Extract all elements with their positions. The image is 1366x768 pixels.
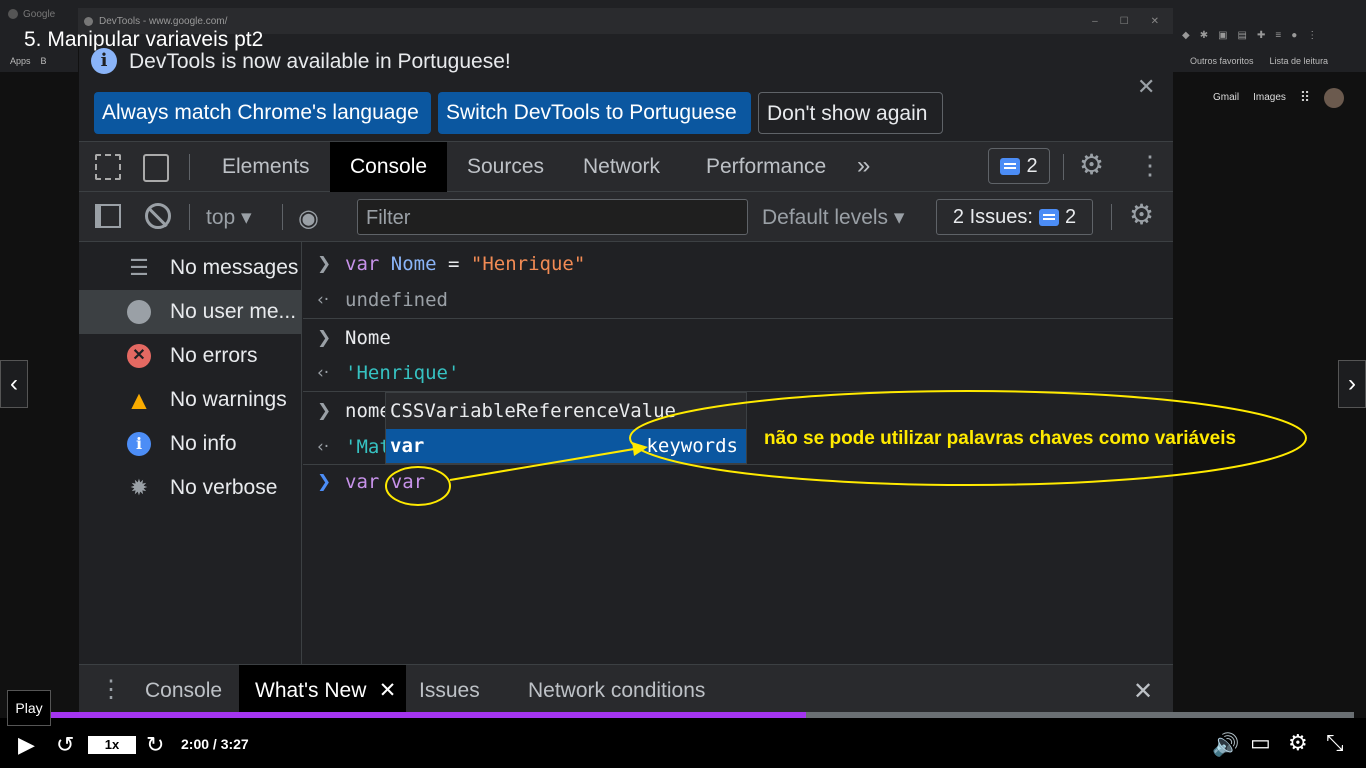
play-icon[interactable]: ▶ [18, 732, 35, 758]
settings-icon[interactable]: ⚙ [1288, 730, 1308, 756]
time-display: 2:00 / 3:27 [181, 736, 249, 752]
next-lecture-button[interactable]: › [1338, 360, 1366, 408]
screen: Google DevTools - www.google.com/ – ☐ ✕ ◆ ✱… [0, 0, 1366, 768]
annotation-ellipse-small [385, 466, 451, 506]
forward-icon[interactable]: ↻ [146, 732, 164, 758]
captions-icon[interactable]: ▭ [1250, 730, 1271, 756]
play-tooltip: Play [7, 690, 51, 726]
lecture-title: 5. Manipular variaveis pt2 [24, 28, 264, 51]
rewind-icon[interactable]: ↺ [56, 732, 74, 758]
annotation-arrow-line [449, 447, 641, 481]
previous-lecture-button[interactable]: ‹ [0, 360, 28, 408]
annotation-overlay [385, 390, 1307, 506]
volume-icon[interactable]: 🔊 [1212, 732, 1239, 758]
annotation-arrow-head [632, 442, 648, 456]
fullscreen-icon[interactable]: ⤡ [1326, 730, 1344, 756]
annotation-text: não se pode utilizar palavras chaves com… [764, 428, 1237, 449]
playback-speed-button[interactable]: 1x [88, 736, 136, 754]
